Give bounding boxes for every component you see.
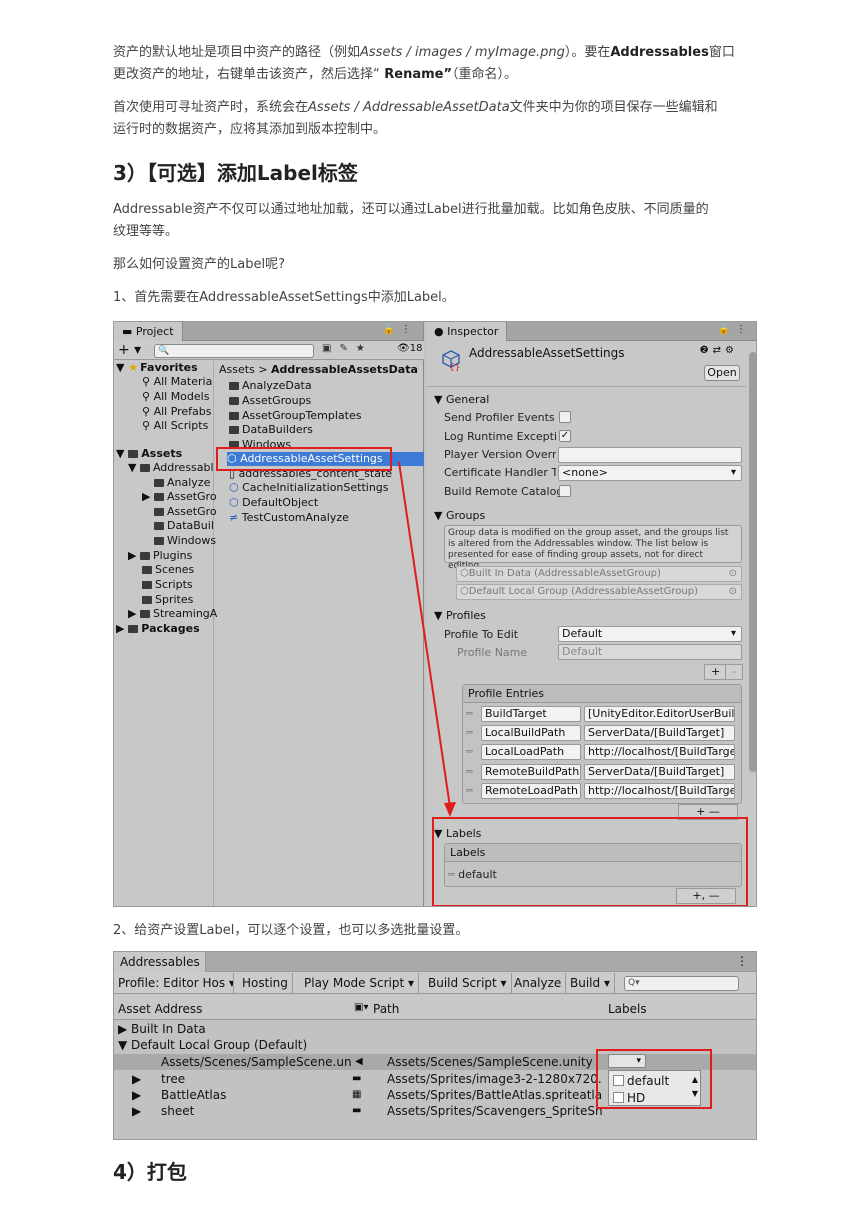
profile-dropdown[interactable]: Profile: Editor Hos ▾	[114, 973, 234, 993]
table-row-path: Assets/Scenes/SampleScene.unity	[387, 1055, 593, 1069]
scene-icon: ◀	[355, 1056, 363, 1067]
window-tabbar	[114, 952, 756, 972]
build-dropdown[interactable]: Build ▾	[566, 973, 615, 993]
path-text: Assets / AddressableAssetData	[308, 100, 510, 115]
table-row[interactable]: ▼ Default Local Group (Default)	[118, 1037, 307, 1053]
hosting-button[interactable]: Hosting	[238, 973, 293, 993]
bold-text: Rename”	[379, 67, 453, 82]
table-row-path: Assets/Sprites/BattleAtlas.spriteatlas	[387, 1088, 602, 1102]
text: ）。要在	[564, 45, 611, 60]
expand-icon[interactable]: ▶	[132, 1071, 141, 1087]
bold-text: Addressables	[610, 45, 709, 60]
paragraph-how-to: 那么如何设置资产的Label呢?	[113, 257, 285, 272]
table-row-address[interactable]: sheet	[161, 1103, 194, 1119]
paragraph-step1: 1、首先需要在AddressableAssetSettings中添加Label。	[113, 290, 455, 305]
table-row-address[interactable]: tree	[161, 1071, 185, 1087]
analyze-button[interactable]: Analyze	[510, 973, 567, 993]
table-row-path: Assets/Sprites/Scavengers_SpriteShe	[387, 1104, 602, 1118]
highlight-box	[596, 1049, 712, 1109]
paragraph-label-intro: Addressable资产不仅可以通过地址加载，还可以通过Label进行批量加载…	[113, 199, 758, 243]
table-row[interactable]: ▶ Built In Data	[118, 1021, 206, 1037]
arrow-icon	[398, 461, 456, 817]
menu-icon[interactable]: ⋮	[736, 954, 748, 968]
type-icon: ▣▾	[354, 1002, 369, 1013]
table-row-address[interactable]: BattleAtlas	[161, 1087, 226, 1103]
text: 资产的默认地址是项目中资产的路径（例如	[113, 45, 361, 60]
image-icon: ▬	[352, 1105, 362, 1116]
atlas-icon: ▦	[352, 1089, 362, 1100]
image-icon: ▬	[352, 1073, 362, 1084]
expand-icon[interactable]: ▶	[132, 1103, 141, 1119]
paragraph-data-folder: 首次使用可寻址资产时，系统会在Assets / AddressableAsset…	[113, 97, 758, 141]
text: （重命名）。	[452, 67, 518, 82]
text: Addressable资产不仅可以通过地址加载，还可以通过Label进行批量加载…	[113, 202, 709, 217]
text: 窗口	[708, 45, 735, 60]
play-mode-dropdown[interactable]: Play Mode Script ▾	[300, 973, 419, 993]
unity-editor-screenshot: ▬ Project 🔒⋮ + ▾ 🔍 ▣✎★ 👁18 ▼ ★ Favorites …	[113, 321, 757, 907]
text: 更改资产的地址，右键单击该资产，然后选择“	[113, 67, 380, 82]
text: 首次使用可寻址资产时，系统会在	[113, 100, 309, 115]
tab-addressables[interactable]: Addressables	[114, 952, 206, 972]
text: 运行时的数据资产，应将其添加到版本控制中。	[113, 122, 387, 137]
table-header: Asset Address ▣▾ Path Labels	[114, 994, 756, 1020]
text: 纹理等等。	[113, 224, 179, 239]
col-labels[interactable]: Labels	[608, 1001, 647, 1017]
expand-icon[interactable]: ▶	[132, 1087, 141, 1103]
paragraph-address: 资产的默认地址是项目中资产的路径（例如Assets / images / myI…	[113, 42, 758, 86]
table-row-address[interactable]: Assets/Scenes/SampleScene.uni	[161, 1054, 351, 1070]
addressables-toolbar: Profile: Editor Hos ▾ Hosting Play Mode …	[114, 972, 756, 994]
col-address[interactable]: Asset Address	[118, 1001, 202, 1017]
table-row-path: Assets/Sprites/image3-2-1280x720.p	[387, 1072, 602, 1086]
paragraph-step2: 2、给资产设置Label，可以逐个设置，也可以多选批量设置。	[113, 923, 469, 938]
text: 文件夹中为你的项目保存一些编辑和	[509, 100, 718, 115]
heading-build: 4）打包	[113, 1160, 187, 1184]
col-path[interactable]: Path	[373, 1001, 399, 1017]
path-text: Assets / images / myImage.png	[360, 45, 565, 60]
build-script-dropdown[interactable]: Build Script ▾	[424, 973, 512, 993]
addressables-window-screenshot: Addressables ⋮ Profile: Editor Hos ▾ Hos…	[113, 951, 757, 1140]
heading-add-label: 3）【可选】添加Label标签	[113, 161, 358, 185]
search-input[interactable]: Q▾	[624, 976, 739, 991]
